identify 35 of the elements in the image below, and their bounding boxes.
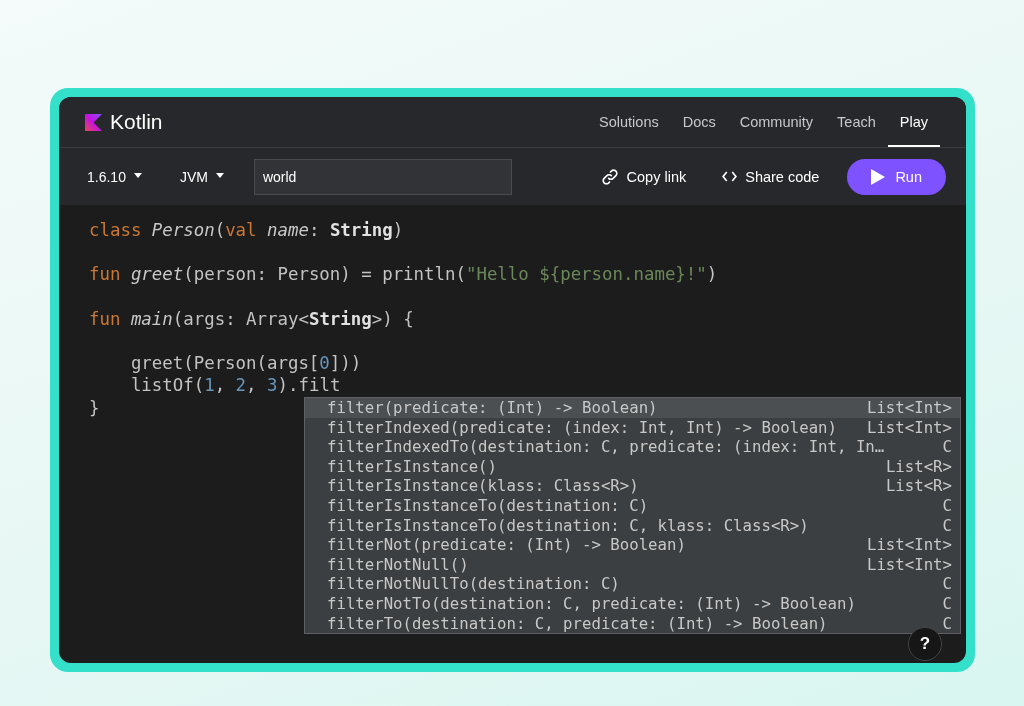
completion-item[interactable]: filterIndexedTo(destination: C, predicate: (index: Int, In… C [305,437,960,457]
program-arguments-field[interactable]: world [253,158,512,195]
site-title: Kotlin [110,110,163,134]
caret-icon [215,173,224,178]
completion-item[interactable]: filterIsInstance(klass: Class<R>) List<R> [305,476,960,496]
caret-icon [133,173,142,178]
nav-link[interactable]: Teach [825,97,888,147]
completion-item[interactable]: filterNot(predicate: (Int) -> Boolean) List<Int> [305,535,960,555]
share-code-button[interactable]: Share code [714,164,828,189]
run-button[interactable]: Run [847,158,946,195]
completion-item[interactable]: filterIsInstanceTo(destination: C, klass: Class<R>) C [305,515,960,536]
nav-link[interactable]: Community [727,97,826,147]
kotlin-logo-icon [85,113,102,131]
nav-link[interactable]: Solutions [587,97,671,147]
copy-link-button[interactable]: Copy link [592,163,695,190]
help-button[interactable]: ? [908,627,942,661]
completion-item[interactable]: filterIsInstance() List<R> [305,456,960,477]
code-line: fun greet(person: Person) = println("Hello ${person.name}!") [89,264,718,285]
link-icon [600,167,619,186]
platform-dropdown[interactable]: JVM [171,164,232,189]
completion-item[interactable]: filterNotNull() List<Int> [305,554,960,575]
completion-item[interactable]: filterIsInstanceTo(destination: C) C [305,495,960,516]
code-line: fun main(args: Array<String>) { [89,308,414,329]
play-icon [871,168,886,185]
code-line: } [89,397,100,418]
code-line: class Person(val name: String) [89,220,404,240]
version-dropdown[interactable]: 1.6.10 [79,164,150,189]
completion-item[interactable]: filter(predicate: (Int) -> Boolean) List<Int> [305,398,960,418]
completion-item[interactable]: filterIndexed(predicate: (index: Int, Int) -> Boolean) List<Int> [305,417,960,438]
completion-item[interactable]: filterNotNullTo(destination: C) C [305,574,960,594]
code-icon [722,171,738,182]
code-line: listOf(1, 2, 3).filt [129,375,341,396]
completion-item[interactable]: filterNotTo(destination: C, predicate: (Int) -> Boolean) C [305,593,960,614]
nav-link[interactable]: Docs [670,97,728,147]
code-line: greet(Person(args[0])) [129,353,362,374]
